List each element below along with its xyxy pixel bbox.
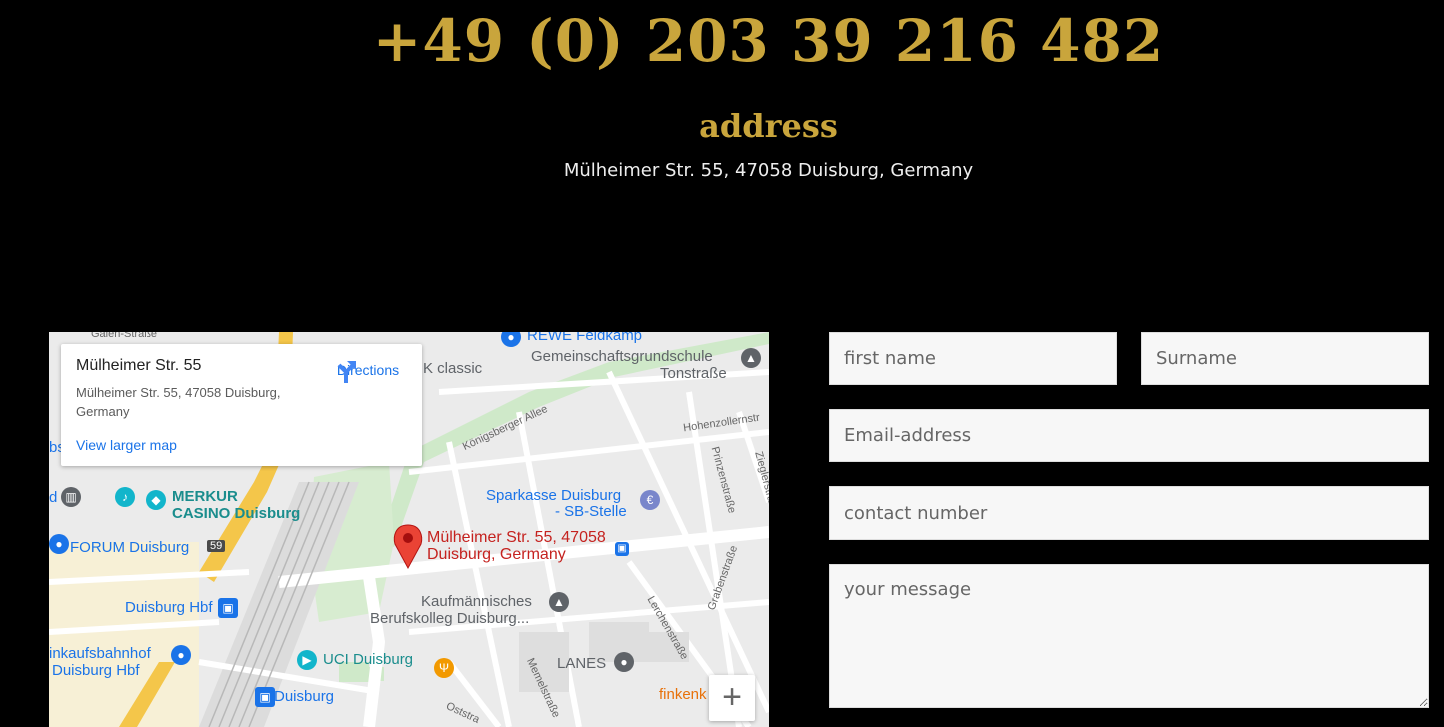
address-heading: address (699, 107, 838, 145)
directions-button[interactable]: Directions (333, 358, 403, 383)
poi-label: inkaufsbahnhof (49, 645, 151, 662)
casino-pin-icon[interactable]: ◆ (146, 490, 166, 510)
marker-label: Duisburg, Germany (427, 546, 566, 563)
school-pin-icon[interactable]: ▲ (741, 348, 761, 368)
card-title: Mülheimer Str. 55 (76, 357, 202, 374)
poi-label: REWE Feldkamp (527, 332, 643, 344)
bus-stop-icon[interactable]: ▣ (255, 687, 275, 707)
poi-label: - SB-Stelle (555, 503, 627, 520)
poi-label: Berufskolleg Duisburg... (370, 610, 530, 627)
poi-label: K classic (423, 360, 483, 377)
poi-label: d (49, 489, 58, 506)
museum-pin-icon[interactable]: ▥ (61, 487, 81, 507)
surname-input[interactable] (1141, 332, 1429, 385)
poi-label: Duisburg Hbf (52, 662, 140, 679)
poi-label: LANES (557, 655, 607, 672)
poi-label: Duisburg (274, 688, 335, 705)
map-info-card: Mülheimer Str. 55 Mülheimer Str. 55, 470… (61, 344, 422, 466)
address-text: Mülheimer Str. 55, 47058 Duisburg, Germa… (563, 160, 974, 181)
street-label: Galen-Straße (91, 332, 158, 340)
shopping-pin-icon[interactable]: ● (171, 645, 191, 665)
phone-input[interactable] (829, 486, 1429, 540)
place-pin-icon[interactable]: ● (614, 652, 634, 672)
view-larger-map-link[interactable]: View larger map (76, 437, 177, 453)
first-name-input[interactable] (829, 332, 1117, 385)
poi-label: FORUM Duisburg (70, 539, 190, 556)
directions-icon (337, 361, 356, 383)
poi-label: Duisburg Hbf (125, 599, 213, 616)
poi-label: MERKUR (172, 488, 238, 505)
poi-label: finkenk (659, 686, 707, 703)
email-input[interactable] (829, 409, 1429, 462)
bank-pin-icon[interactable]: € (640, 490, 660, 510)
zoom-in-button[interactable]: + (709, 675, 755, 721)
restaurant-pin-icon[interactable]: Ψ (434, 658, 454, 678)
school-pin-icon[interactable]: ▲ (549, 592, 569, 612)
shopping-pin-icon[interactable]: ● (49, 534, 69, 554)
cinema-pin-icon[interactable]: ▶ (297, 650, 317, 670)
poi-label: Sparkasse Duisburg (486, 487, 622, 504)
poi-label: Gemeinschaftsgrundschule (531, 348, 713, 365)
train-station-icon[interactable]: ▣ (218, 598, 238, 618)
poi-label: CASINO Duisburg (172, 505, 301, 522)
message-textarea[interactable] (829, 564, 1429, 708)
google-map[interactable]: Galen-Straße REWE Feldkamp Gemeinschafts… (49, 332, 769, 727)
music-pin-icon[interactable]: ♪ (115, 487, 135, 507)
marker-label: Mülheimer Str. 55, 47058 (427, 529, 606, 546)
transit-stop-icon[interactable]: ▣ (615, 542, 629, 556)
phone-number: +49 (0) 203 39 216 482 (372, 7, 1165, 75)
poi-label: Kaufmännisches (421, 593, 532, 610)
route-shield: 59 (207, 540, 226, 552)
card-address: Mülheimer Str. 55, 47058 Duisburg, Germa… (76, 385, 281, 419)
poi-label: UCI Duisburg (323, 651, 414, 668)
poi-label: Tonstraße (660, 365, 727, 382)
